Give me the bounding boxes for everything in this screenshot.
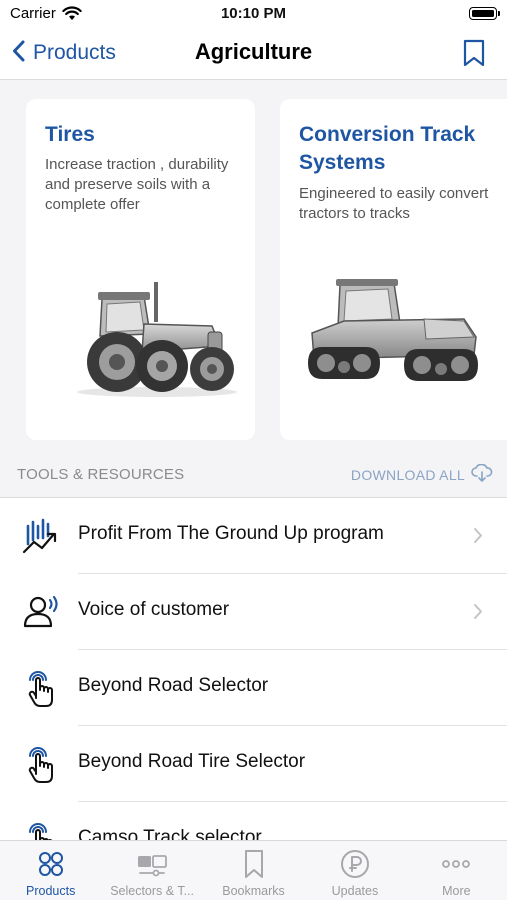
bookmark-icon [239, 849, 269, 879]
back-label: Products [33, 41, 116, 64]
navigation-bar: Products Agriculture [0, 28, 507, 80]
list-item-beyond-road-tire-selector[interactable]: Beyond Road Tire Selector [0, 726, 507, 802]
wheeled-tractor-image [62, 274, 242, 404]
selectors-icon [137, 849, 168, 879]
tab-more[interactable]: More [406, 841, 507, 900]
tab-label: Updates [331, 884, 379, 898]
grid-circles-icon [36, 849, 66, 879]
tab-bar: Products Selectors & T... Bookmarks Upda… [0, 840, 507, 900]
chevron-right-icon [473, 603, 483, 625]
download-all-button[interactable]: DOWNLOAD ALL [351, 463, 493, 487]
cloud-download-icon [471, 463, 493, 487]
bookmark-button[interactable] [463, 39, 485, 72]
list-item-label: Camso Track selector [78, 827, 262, 840]
list-item-beyond-road-selector[interactable]: Beyond Road Selector [0, 650, 507, 726]
growth-chart-icon [22, 516, 62, 556]
tab-label: Products [26, 884, 76, 898]
battery-icon [469, 7, 500, 20]
tracked-tractor-image [304, 275, 484, 395]
more-dots-icon [441, 849, 471, 879]
tab-bookmarks[interactable]: Bookmarks [203, 841, 304, 900]
list-item-voice-of-customer[interactable]: Voice of customer [0, 574, 507, 650]
clock: 10:10 PM [220, 5, 287, 22]
tab-selectors[interactable]: Selectors & T... [101, 841, 202, 900]
touch-hand-icon [22, 668, 62, 708]
download-all-label: DOWNLOAD ALL [350, 467, 465, 483]
touch-hand-icon [22, 820, 62, 840]
tools-resources-header: TOOLS & RESOURCES DOWNLOAD ALL [0, 458, 507, 498]
product-card-conversion-track-systems[interactable]: Conversion Track Systems Engineered to e… [280, 99, 507, 440]
section-title: TOOLS & RESOURCES [17, 466, 185, 483]
list-item-label: Voice of customer [78, 599, 230, 620]
chevron-right-icon [473, 527, 483, 549]
list-item-camso-track-selector[interactable]: Camso Track selector [0, 802, 507, 840]
card-description: Increase traction , durability and prese… [45, 156, 229, 213]
product-cards-carousel[interactable]: Tires Increase traction , durability and… [0, 81, 507, 457]
resources-list[interactable]: Profit From The Ground Up program Voice … [0, 498, 507, 840]
list-item-label: Profit From The Ground Up program [78, 523, 384, 544]
card-description: Engineered to easily convert tractors to… [299, 185, 489, 222]
status-bar: Carrier 10:10 PM [0, 0, 507, 28]
list-item-label: Beyond Road Selector [78, 675, 269, 696]
list-item-profit-from-the-ground-up[interactable]: Profit From The Ground Up program [0, 498, 507, 574]
tab-label: Bookmarks [222, 884, 285, 898]
card-title: Conversion Track Systems [299, 123, 476, 174]
product-card-tires[interactable]: Tires Increase traction , durability and… [26, 99, 255, 440]
tab-updates[interactable]: Updates [304, 841, 405, 900]
touch-hand-icon [22, 744, 62, 784]
back-button[interactable]: Products [12, 38, 116, 68]
tab-label: More [442, 884, 471, 898]
bookmark-icon [463, 39, 485, 71]
updates-icon [340, 849, 370, 879]
speaking-person-icon [22, 592, 62, 632]
card-title: Tires [45, 123, 95, 146]
tab-label: Selectors & T... [110, 884, 195, 898]
chevron-left-icon [12, 40, 25, 67]
list-item-label: Beyond Road Tire Selector [78, 751, 306, 772]
tab-products[interactable]: Products [0, 841, 101, 900]
